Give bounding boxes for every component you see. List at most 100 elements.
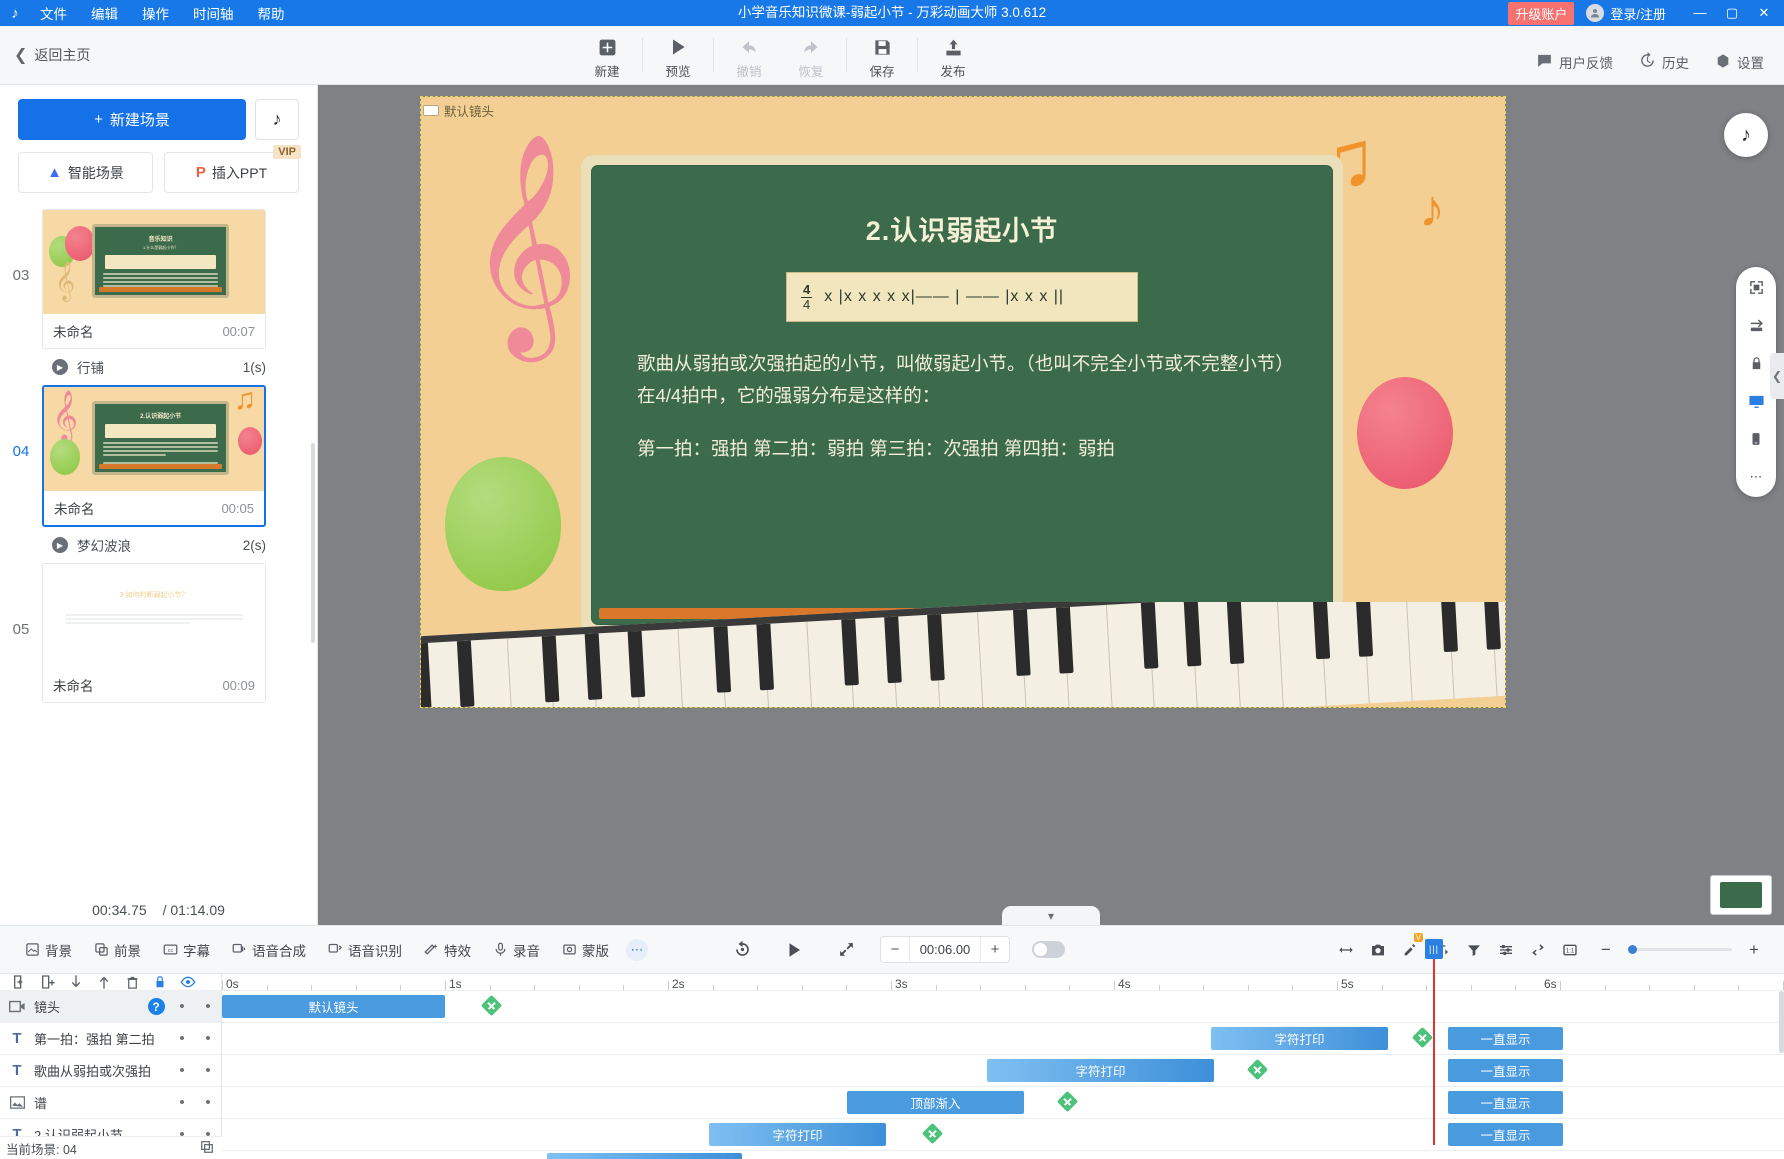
scene-list-scrollbar[interactable]	[311, 443, 315, 643]
menu-edit[interactable]: 编辑	[89, 3, 120, 23]
background-button[interactable]: 背景	[14, 940, 83, 960]
delete-icon[interactable]	[118, 975, 146, 990]
foreground-button[interactable]: 前景	[83, 940, 152, 960]
add-keyframe-marker[interactable]	[480, 994, 503, 1017]
scene-list[interactable]: 03 𝄞 音乐知识 1.什么是弱起小节？ 未命名 00:07 ▶ 行铺 1(s)…	[0, 193, 317, 925]
music-button[interactable]: ♪	[255, 99, 299, 140]
mask-button[interactable]: 蒙版	[551, 940, 620, 960]
chalkboard[interactable]: 2.认识弱起小节 4 4 x |x x x x x|—— | —— |x x x…	[581, 155, 1343, 635]
feedback-button[interactable]: 用户反馈	[1536, 52, 1613, 72]
clip[interactable]: 一直显示	[1448, 1091, 1563, 1114]
timeline-track-partial[interactable]	[0, 1151, 1784, 1159]
add-keyframe-marker[interactable]	[1056, 1090, 1079, 1113]
mini-preview[interactable]	[1710, 875, 1772, 915]
timeline-ruler[interactable]: 0s 1s 2s 3s 4s 5s 6s	[222, 974, 1784, 990]
duration-value[interactable]: 00:06.00	[909, 937, 981, 962]
clip[interactable]: 顶部渐入	[847, 1091, 1024, 1114]
effects-button[interactable]: 特效	[413, 940, 482, 960]
scene-item[interactable]: 03 𝄞 音乐知识 1.什么是弱起小节？ 未命名 00:07	[0, 209, 317, 349]
add-keyframe-marker[interactable]	[1246, 1058, 1269, 1081]
playhead[interactable]: |||	[1425, 939, 1443, 1145]
scene-card[interactable]: 𝄞 音乐知识 1.什么是弱起小节？ 未命名 00:07	[42, 209, 266, 349]
track-header[interactable]: 镜头 ? • •	[0, 991, 222, 1022]
sliders-icon[interactable]	[1490, 942, 1522, 958]
menu-file[interactable]: 文件	[38, 3, 69, 23]
stage[interactable]: 默认镜头 𝄞 ♫ ♪ 2.认识弱起小节 4 4 x |x x x x x|—— …	[420, 96, 1506, 708]
clip[interactable]: 字符打印	[987, 1059, 1214, 1082]
track-lock-dot[interactable]: •	[169, 1094, 195, 1111]
scene-music-button[interactable]: ♪	[1724, 113, 1768, 157]
history-button[interactable]: 历史	[1639, 52, 1689, 72]
track-visibility-dot[interactable]: •	[195, 1030, 221, 1047]
mobile-icon[interactable]	[1744, 427, 1768, 451]
track-lock-dot[interactable]: •	[169, 1030, 195, 1047]
move-down-icon[interactable]	[62, 974, 90, 990]
canvas-panel[interactable]: 默认镜头 𝄞 ♫ ♪ 2.认识弱起小节 4 4 x |x x x x x|—— …	[318, 85, 1784, 925]
lock-icon[interactable]	[1744, 351, 1768, 375]
canvas-collapse-button[interactable]: ▾	[1002, 906, 1100, 925]
tts-button[interactable]: 语音合成	[221, 940, 317, 960]
track-lane[interactable]: 默认镜头	[222, 991, 1784, 1022]
preview-button[interactable]: 预览	[647, 36, 709, 84]
clip[interactable]: 字符打印	[709, 1123, 886, 1146]
asr-button[interactable]: 语音识别	[317, 940, 413, 960]
duration-minus-button[interactable]: −	[881, 941, 909, 958]
login-register-button[interactable]: 登录/注册	[1610, 4, 1666, 23]
track-visibility-dot[interactable]: •	[195, 1062, 221, 1079]
back-home-button[interactable]: ❮ 返回主页	[14, 45, 90, 65]
track-lane[interactable]: 顶部渐入 一直显示	[222, 1087, 1784, 1118]
clip[interactable]: 一直显示	[1448, 1059, 1563, 1082]
timeline-track-camera[interactable]: 镜头 ? • • 默认镜头	[0, 991, 1784, 1023]
new-folder-icon[interactable]	[34, 974, 62, 990]
move-up-icon[interactable]	[90, 974, 118, 990]
playhead-grip-icon[interactable]: |||	[1425, 939, 1443, 959]
number-box-icon[interactable]: 1:1	[1554, 942, 1586, 958]
edit-pen-icon[interactable]: V	[1394, 932, 1426, 958]
timeline-track-text-3[interactable]: T 2.认识弱起小节 • • 字符打印 一直显示	[0, 1119, 1784, 1151]
record-button[interactable]: 录音	[482, 940, 551, 960]
duplicate-icon[interactable]	[200, 1140, 214, 1157]
duration-plus-button[interactable]: +	[981, 941, 1009, 958]
timeline-track-image[interactable]: 谱 • • 顶部渐入 一直显示	[0, 1087, 1784, 1119]
scene-transition[interactable]: ▶ 行铺 1(s)	[0, 351, 266, 385]
duration-stepper[interactable]: − 00:06.00 +	[880, 936, 1010, 963]
avatar[interactable]	[1586, 4, 1605, 22]
clip[interactable]	[547, 1153, 742, 1159]
track-header[interactable]: T 歌曲从弱拍或次强拍 • •	[0, 1055, 222, 1086]
rotate-icon[interactable]	[1744, 313, 1768, 337]
zoom-in-button[interactable]: +	[1738, 940, 1770, 960]
clip[interactable]: 默认镜头	[222, 995, 445, 1018]
track-lane[interactable]: 字符打印 一直显示	[222, 1119, 1784, 1150]
scene-card-selected[interactable]: 𝄞 ♫ 2.认识弱起小节 未命名 00:05	[42, 385, 266, 527]
track-visibility-dot[interactable]: •	[195, 1094, 221, 1111]
scene-item[interactable]: 04 𝄞 ♫ 2.认识弱起小节 未命名 00:05	[0, 385, 317, 527]
replay-icon[interactable]	[716, 940, 768, 959]
track-help[interactable]: ?	[143, 998, 169, 1015]
new-scene-button[interactable]: + 新建场景	[18, 99, 246, 140]
menu-timeline[interactable]: 时间轴	[191, 3, 236, 23]
desktop-icon[interactable]	[1744, 389, 1768, 413]
fit-screen-icon[interactable]	[1744, 275, 1768, 299]
lock-icon[interactable]	[146, 975, 174, 989]
zoom-track[interactable]	[1628, 945, 1732, 954]
subtitle-button[interactable]: cc 字幕	[152, 940, 221, 960]
clip[interactable]: 一直显示	[1448, 1123, 1563, 1146]
new-button[interactable]: 新建	[576, 36, 638, 84]
settings-button[interactable]: 设置	[1715, 52, 1764, 72]
timeline-vertical-scrollbar[interactable]	[1779, 991, 1784, 1053]
fit-width-icon[interactable]	[1330, 942, 1362, 958]
zoom-slider[interactable]: − +	[1590, 940, 1770, 960]
timeline-track-text-1[interactable]: T 第一拍：强拍 第二拍 • • 字符打印 一直显示	[0, 1023, 1784, 1055]
track-visibility-dot[interactable]: •	[195, 998, 221, 1015]
track-lock-dot[interactable]: •	[169, 1062, 195, 1079]
track-lane[interactable]	[222, 1151, 1784, 1159]
track-header[interactable]: 谱 • •	[0, 1087, 222, 1118]
clip[interactable]: 一直显示	[1448, 1027, 1563, 1050]
camera-icon[interactable]	[1362, 942, 1394, 958]
smart-scene-button[interactable]: ▲ 智能场景	[18, 152, 153, 193]
filter-icon[interactable]	[1458, 942, 1490, 958]
close-button[interactable]: ✕	[1748, 0, 1780, 26]
track-header[interactable]: T 第一拍：强拍 第二拍 • •	[0, 1023, 222, 1054]
scene-transition[interactable]: ▶ 梦幻波浪 2(s)	[0, 529, 266, 563]
add-keyframe-marker[interactable]	[1411, 1026, 1434, 1049]
